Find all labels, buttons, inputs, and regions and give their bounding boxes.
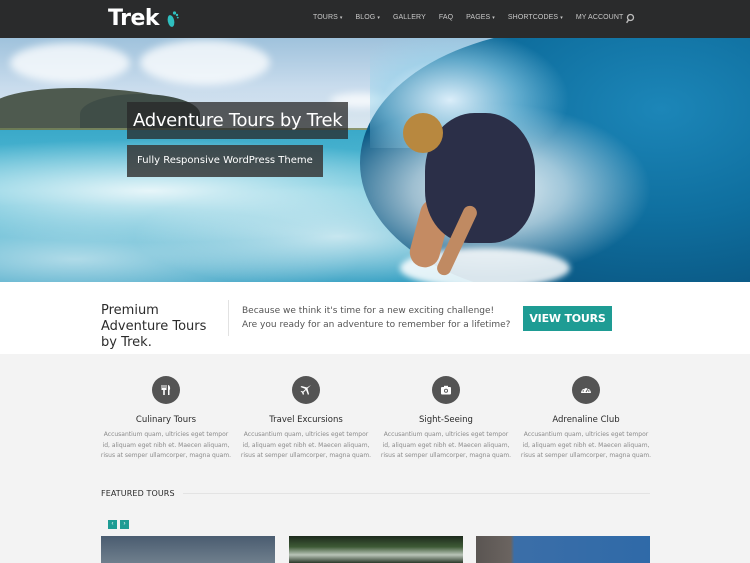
cta-text: Because we think it's time for a new exc…: [242, 306, 511, 330]
carousel-prev-button[interactable]: ‹: [108, 520, 117, 529]
view-tours-button[interactable]: VIEW TOURS: [523, 306, 612, 331]
nav-tours[interactable]: TOURS ▾: [313, 14, 343, 21]
site-header: Trek TOURS ▾ BLOG ▾ GALLERY FAQ PAGES ▾ SHO…: [0, 0, 750, 38]
features-row: Culinary Tours Accusantium quam, ultrici…: [96, 376, 656, 462]
hero-slider: Adventure Tours by Trek Fully Responsive…: [0, 38, 750, 282]
logo-text: Trek: [108, 6, 160, 31]
feature-text: Accusantium quam, ultricies eget tempor …: [520, 431, 652, 459]
feature-text: Accusantium quam, ultricies eget tempor …: [100, 431, 232, 459]
nav-label: BLOG: [355, 14, 376, 21]
hero-subtitle: Fully Responsive WordPress Theme: [127, 145, 323, 177]
nav-pages[interactable]: PAGES ▾: [466, 14, 495, 21]
cta-band: Premium Adventure Tours by Trek. Because…: [0, 282, 750, 354]
main-nav: TOURS ▾ BLOG ▾ GALLERY FAQ PAGES ▾ SHORTCOD…: [313, 14, 636, 21]
camera-icon: [432, 376, 460, 404]
feature-culinary-tours: Culinary Tours Accusantium quam, ultrici…: [96, 376, 236, 462]
nav-shortcodes[interactable]: SHORTCODES ▾: [508, 14, 563, 21]
featured-tours-heading: FEATURED TOURS: [101, 489, 175, 498]
nav-my-account[interactable]: MY ACCOUNT: [576, 14, 624, 21]
nav-label: SHORTCODES: [507, 14, 559, 21]
nav-blog[interactable]: BLOG ▾: [356, 14, 380, 21]
chevron-down-icon: ▾: [377, 14, 380, 21]
chevron-down-icon: ▾: [339, 14, 343, 21]
heading-divider: [183, 493, 650, 494]
nav-label: MY ACCOUNT: [575, 14, 624, 21]
feature-title: Culinary Tours: [135, 415, 197, 425]
surfer-head: [403, 113, 443, 153]
feature-title: Adrenaline Club: [552, 415, 620, 425]
cta-divider: [228, 300, 229, 336]
nav-label: TOURS: [313, 14, 338, 21]
plane-icon: [292, 376, 320, 404]
footprint-icon: [165, 10, 179, 28]
feature-travel-excursions: Travel Excursions Accusantium quam, ultr…: [236, 376, 376, 462]
feature-adrenaline-club: Adrenaline Club Accusantium quam, ultric…: [516, 376, 656, 462]
cutlery-icon: [152, 376, 180, 404]
cta-title: Premium Adventure Tours by Trek.: [101, 303, 207, 350]
nav-label: FAQ: [438, 14, 454, 21]
feature-title: Sight-Seeing: [419, 415, 473, 425]
hero-cloud: [10, 43, 130, 83]
chevron-down-icon: ▾: [560, 14, 563, 21]
search-icon[interactable]: [625, 12, 635, 24]
feature-text: Accusantium quam, ultricies eget tempor …: [240, 431, 372, 459]
nav-faq[interactable]: FAQ: [439, 14, 453, 21]
hero-title: Adventure Tours by Trek: [127, 102, 349, 139]
feature-sight-seeing: Sight-Seeing Accusantium quam, ultricies…: [376, 376, 516, 462]
feature-title: Travel Excursions: [269, 415, 343, 425]
tour-card-image[interactable]: [476, 536, 650, 563]
nav-label: PAGES: [466, 14, 491, 21]
tour-card-image[interactable]: [289, 536, 463, 563]
speedometer-icon: [572, 376, 600, 404]
nav-label: GALLERY: [392, 14, 426, 21]
carousel-next-button[interactable]: ›: [120, 520, 129, 529]
tour-card-image[interactable]: [101, 536, 275, 563]
hero-cloud: [140, 40, 270, 85]
chevron-down-icon: ▾: [492, 14, 495, 21]
feature-text: Accusantium quam, ultricies eget tempor …: [380, 431, 512, 459]
nav-gallery[interactable]: GALLERY: [393, 14, 426, 21]
site-logo[interactable]: Trek: [108, 6, 179, 31]
